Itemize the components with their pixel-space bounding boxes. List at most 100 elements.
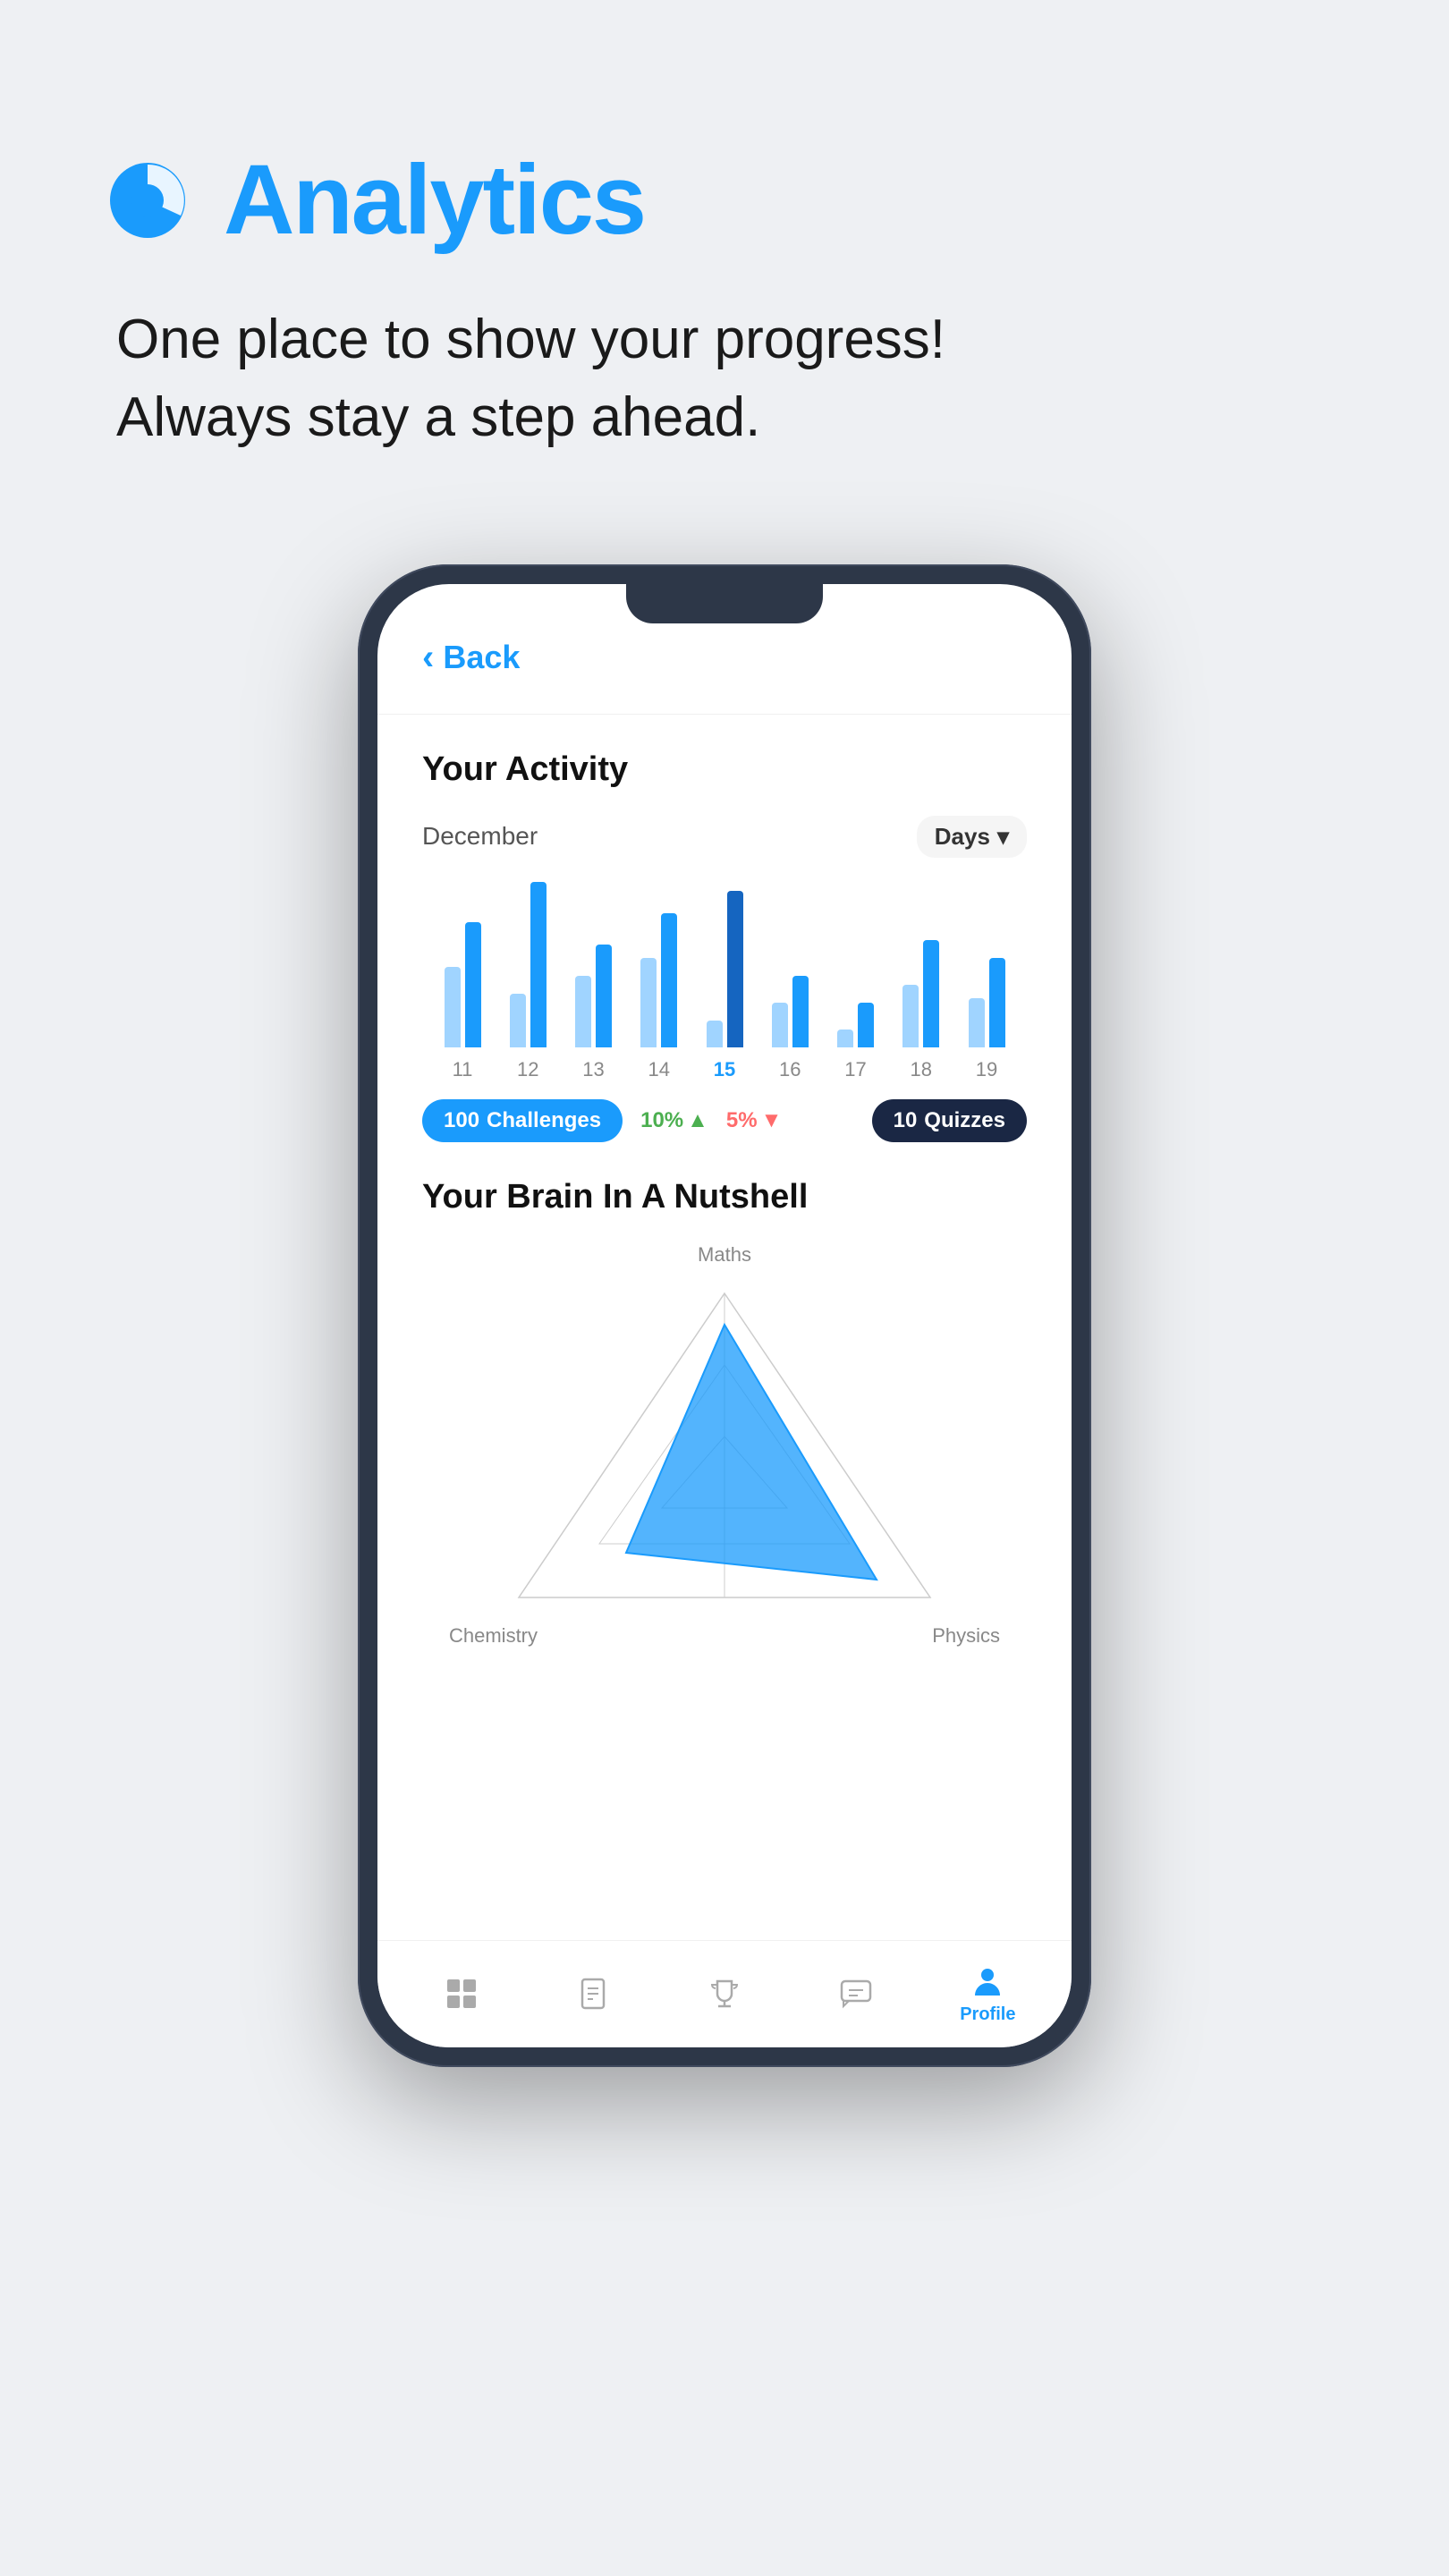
phone-mockup: ‹ Back Your Activity December Days ▾ — [358, 564, 1091, 2067]
back-chevron-icon: ‹ — [422, 638, 434, 678]
bar-light — [707, 1021, 723, 1047]
bar-chart: 11 12 — [422, 885, 1027, 1081]
bar-light — [445, 967, 461, 1047]
bar-dark — [792, 976, 809, 1047]
bar-dark — [858, 1003, 874, 1047]
bar-day-label-highlight: 15 — [714, 1058, 735, 1081]
bar-dark — [465, 922, 481, 1047]
bar-light — [772, 1003, 788, 1047]
radar-chart-container: Maths — [422, 1243, 1027, 1648]
bar-light — [510, 994, 526, 1047]
bar-day-label: 14 — [648, 1058, 670, 1081]
bar-light — [969, 998, 985, 1047]
bar-group-16: 16 — [758, 869, 821, 1081]
nav-label-profile: Profile — [960, 2004, 1015, 2025]
bar-group-13: 13 — [563, 869, 625, 1081]
challenges-pill: 100 Challenges — [422, 1099, 623, 1142]
back-button[interactable]: ‹ Back — [422, 638, 1027, 678]
percent-up: 10% ▲ — [640, 1108, 708, 1133]
screen-content: ‹ Back Your Activity December Days ▾ — [377, 584, 1072, 1940]
radar-bottom-labels: Chemistry Physics — [440, 1624, 1009, 1648]
header-subtitle: One place to show your progress! Always … — [107, 301, 1342, 457]
trophy-icon — [707, 1976, 742, 2012]
nav-item-trophy[interactable] — [680, 1976, 769, 2012]
month-label: December — [422, 822, 538, 851]
phone-screen: ‹ Back Your Activity December Days ▾ — [377, 584, 1072, 2047]
bar-group-11: 11 — [431, 869, 494, 1081]
bar-day-label: 17 — [844, 1058, 866, 1081]
bar-pair — [969, 869, 1005, 1047]
nav-item-chat[interactable] — [811, 1976, 901, 2012]
bottom-nav: Profile — [377, 1940, 1072, 2047]
activity-title: Your Activity — [422, 750, 1027, 789]
bar-light — [902, 985, 919, 1047]
bar-dark — [923, 940, 939, 1047]
bar-day-label: 13 — [582, 1058, 604, 1081]
activity-section: Your Activity December Days ▾ — [422, 750, 1027, 1142]
page-title: Analytics — [224, 143, 645, 257]
challenges-label: Challenges — [487, 1108, 601, 1133]
brain-section: Your Brain In A Nutshell Maths — [422, 1178, 1027, 1648]
challenges-count: 100 — [444, 1108, 479, 1133]
bar-pair — [837, 869, 874, 1047]
grid-icon — [444, 1976, 479, 2012]
bar-group-18: 18 — [890, 869, 953, 1081]
bar-group-17: 17 — [825, 869, 887, 1081]
radar-label-maths: Maths — [698, 1243, 751, 1267]
analytics-icon — [107, 160, 188, 241]
percent-down-value: 5% — [726, 1108, 758, 1133]
bar-day-label: 16 — [779, 1058, 801, 1081]
nav-item-profile[interactable]: Profile — [943, 1963, 1032, 2025]
bar-pair — [510, 869, 547, 1047]
header-section: Analytics One place to show your progres… — [0, 0, 1449, 511]
phone-container: ‹ Back Your Activity December Days ▾ — [0, 564, 1449, 2157]
radar-label-chemistry: Chemistry — [449, 1624, 538, 1648]
book-icon — [575, 1976, 611, 2012]
bar-dark — [530, 882, 547, 1047]
bar-pair — [445, 869, 481, 1047]
bar-light — [575, 976, 591, 1047]
quizzes-pill: 10 Quizzes — [872, 1099, 1027, 1142]
radar-svg — [501, 1275, 948, 1615]
chevron-down-icon: ▾ — [997, 823, 1009, 851]
bar-dark — [989, 958, 1005, 1047]
person-icon — [970, 1963, 1005, 1999]
quizzes-count: 10 — [894, 1108, 918, 1133]
nav-item-home[interactable] — [417, 1976, 506, 2012]
days-pill[interactable]: Days ▾ — [917, 816, 1027, 858]
bar-dark — [596, 945, 612, 1047]
bar-day-label: 11 — [453, 1058, 473, 1081]
bar-day-label: 12 — [517, 1058, 538, 1081]
bar-light — [640, 958, 657, 1047]
chat-icon — [838, 1976, 874, 2012]
bar-group-15: 15 — [693, 869, 756, 1081]
bar-light — [837, 1030, 853, 1047]
back-label: Back — [443, 639, 520, 676]
bar-pair — [575, 869, 612, 1047]
bar-group-14: 14 — [628, 869, 691, 1081]
title-row: Analytics — [107, 143, 1342, 257]
days-label: Days — [935, 823, 990, 851]
bar-group-19: 19 — [955, 869, 1018, 1081]
phone-notch — [626, 584, 823, 623]
radar-label-physics: Physics — [932, 1624, 1000, 1648]
bar-pair — [902, 869, 939, 1047]
bar-day-label: 19 — [976, 1058, 997, 1081]
bar-pair — [640, 869, 677, 1047]
divider — [377, 714, 1072, 715]
nav-item-study[interactable] — [548, 1976, 638, 2012]
bar-dark — [661, 913, 677, 1047]
bar-pair — [707, 869, 743, 1047]
bar-group-12: 12 — [496, 869, 559, 1081]
bar-day-label: 18 — [911, 1058, 932, 1081]
quizzes-label: Quizzes — [924, 1108, 1005, 1133]
percent-down: 5% ▼ — [726, 1108, 782, 1133]
arrow-up-icon: ▲ — [687, 1108, 708, 1133]
percent-up-value: 10% — [640, 1108, 683, 1133]
bar-pair — [772, 869, 809, 1047]
stats-row: 100 Challenges 10% ▲ 5% ▼ 10 — [422, 1099, 1027, 1142]
bar-very-dark — [727, 891, 743, 1047]
activity-header: December Days ▾ — [422, 816, 1027, 858]
brain-title: Your Brain In A Nutshell — [422, 1178, 1027, 1216]
arrow-down-icon: ▼ — [761, 1108, 783, 1133]
